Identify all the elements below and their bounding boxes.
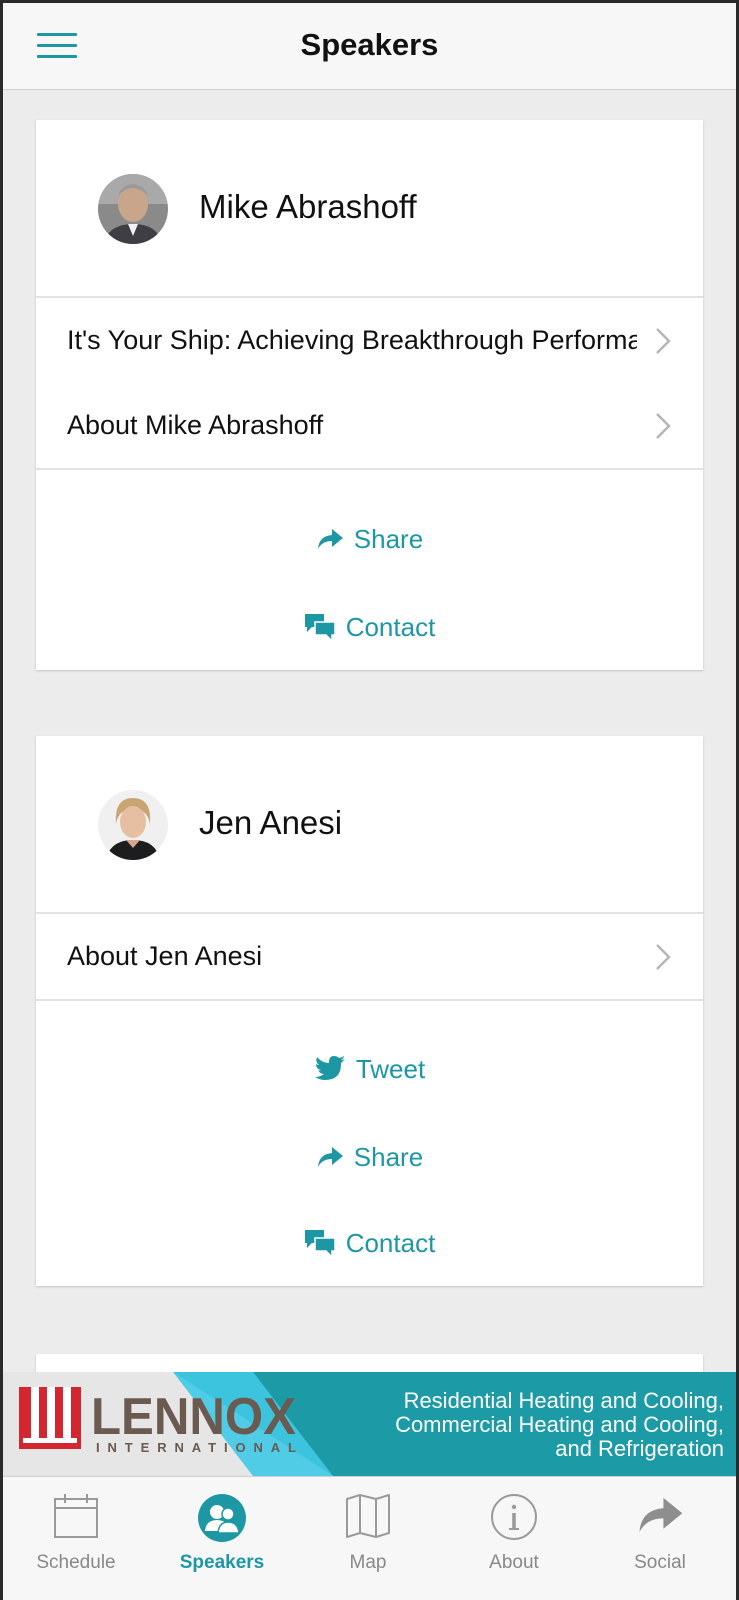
- speaker-header[interactable]: Mike Abrashoff: [36, 120, 703, 298]
- chevron-right-icon: [656, 328, 671, 354]
- tab-social[interactable]: Social: [587, 1477, 733, 1600]
- sponsor-banner[interactable]: LENNOX INTERNATIONAL Residential Heating…: [3, 1372, 736, 1476]
- people-icon: [198, 1494, 246, 1542]
- tweet-label: Tweet: [355, 1053, 426, 1084]
- speaker-card: Mike Abrashoff It's Your Ship: Achieving…: [36, 120, 703, 670]
- share-arrow-icon: [317, 1147, 343, 1167]
- contact-button[interactable]: Contact: [36, 607, 703, 647]
- twitter-bird-icon: [314, 1056, 345, 1080]
- tab-label: Social: [634, 1552, 686, 1573]
- calendar-icon: [54, 1494, 98, 1538]
- svg-text:LENNOX: LENNOX: [91, 1388, 296, 1446]
- lennox-logo: LENNOX INTERNATIONAL: [3, 1372, 333, 1476]
- speaker-avatar: [98, 790, 168, 860]
- tab-map[interactable]: Map: [295, 1477, 441, 1600]
- tab-label: Map: [349, 1552, 387, 1573]
- tab-bar: Schedule Speakers Map About Social: [3, 1476, 736, 1600]
- contact-label: Contact: [345, 611, 436, 642]
- share-arrow-icon: [317, 529, 343, 549]
- banner-tagline: Residential Heating and Cooling, Commerc…: [395, 1388, 724, 1461]
- about-speaker-row[interactable]: About Mike Abrashoff: [36, 383, 703, 468]
- tab-label: Speakers: [179, 1552, 265, 1573]
- top-bar: Speakers: [3, 3, 736, 90]
- speaker-avatar: [98, 174, 168, 244]
- speaker-name: Jen Anesi: [199, 804, 343, 841]
- tab-label: About: [489, 1552, 539, 1573]
- contact-label: Contact: [345, 1227, 436, 1258]
- about-speaker-label: About Mike Abrashoff: [67, 410, 324, 440]
- talk-title: It's Your Ship: Achieving Breakthrough P…: [67, 325, 637, 355]
- share-arrow-icon: [639, 1497, 683, 1533]
- share-button[interactable]: Share: [36, 1137, 703, 1177]
- tab-speakers[interactable]: Speakers: [149, 1477, 295, 1600]
- tab-about[interactable]: About: [441, 1477, 587, 1600]
- share-button[interactable]: Share: [36, 519, 703, 559]
- about-speaker-label: About Jen Anesi: [67, 941, 263, 971]
- info-icon: [491, 1494, 537, 1540]
- share-label: Share: [353, 1141, 424, 1172]
- page-title: Speakers: [300, 27, 439, 62]
- tweet-button[interactable]: Tweet: [36, 1049, 703, 1089]
- speaker-card: Jen Anesi About Jen Anesi Tweet Share Co…: [36, 736, 703, 1286]
- talk-row[interactable]: It's Your Ship: Achieving Breakthrough P…: [36, 298, 703, 383]
- chevron-right-icon: [656, 944, 671, 970]
- map-icon: [346, 1494, 390, 1538]
- app-screen: Speakers Mike Abrashoff It's Your Ship: …: [3, 3, 736, 1600]
- speaker-header[interactable]: Jen Anesi: [36, 736, 703, 914]
- tab-schedule[interactable]: Schedule: [3, 1477, 149, 1600]
- speaker-name: Mike Abrashoff: [199, 188, 417, 225]
- tab-label: Schedule: [36, 1552, 116, 1573]
- about-speaker-row[interactable]: About Jen Anesi: [36, 914, 703, 999]
- share-label: Share: [353, 523, 424, 554]
- contact-button[interactable]: Contact: [36, 1223, 703, 1263]
- chat-bubbles-icon: [304, 1230, 336, 1258]
- chevron-right-icon: [656, 413, 671, 439]
- chat-bubbles-icon: [304, 614, 336, 642]
